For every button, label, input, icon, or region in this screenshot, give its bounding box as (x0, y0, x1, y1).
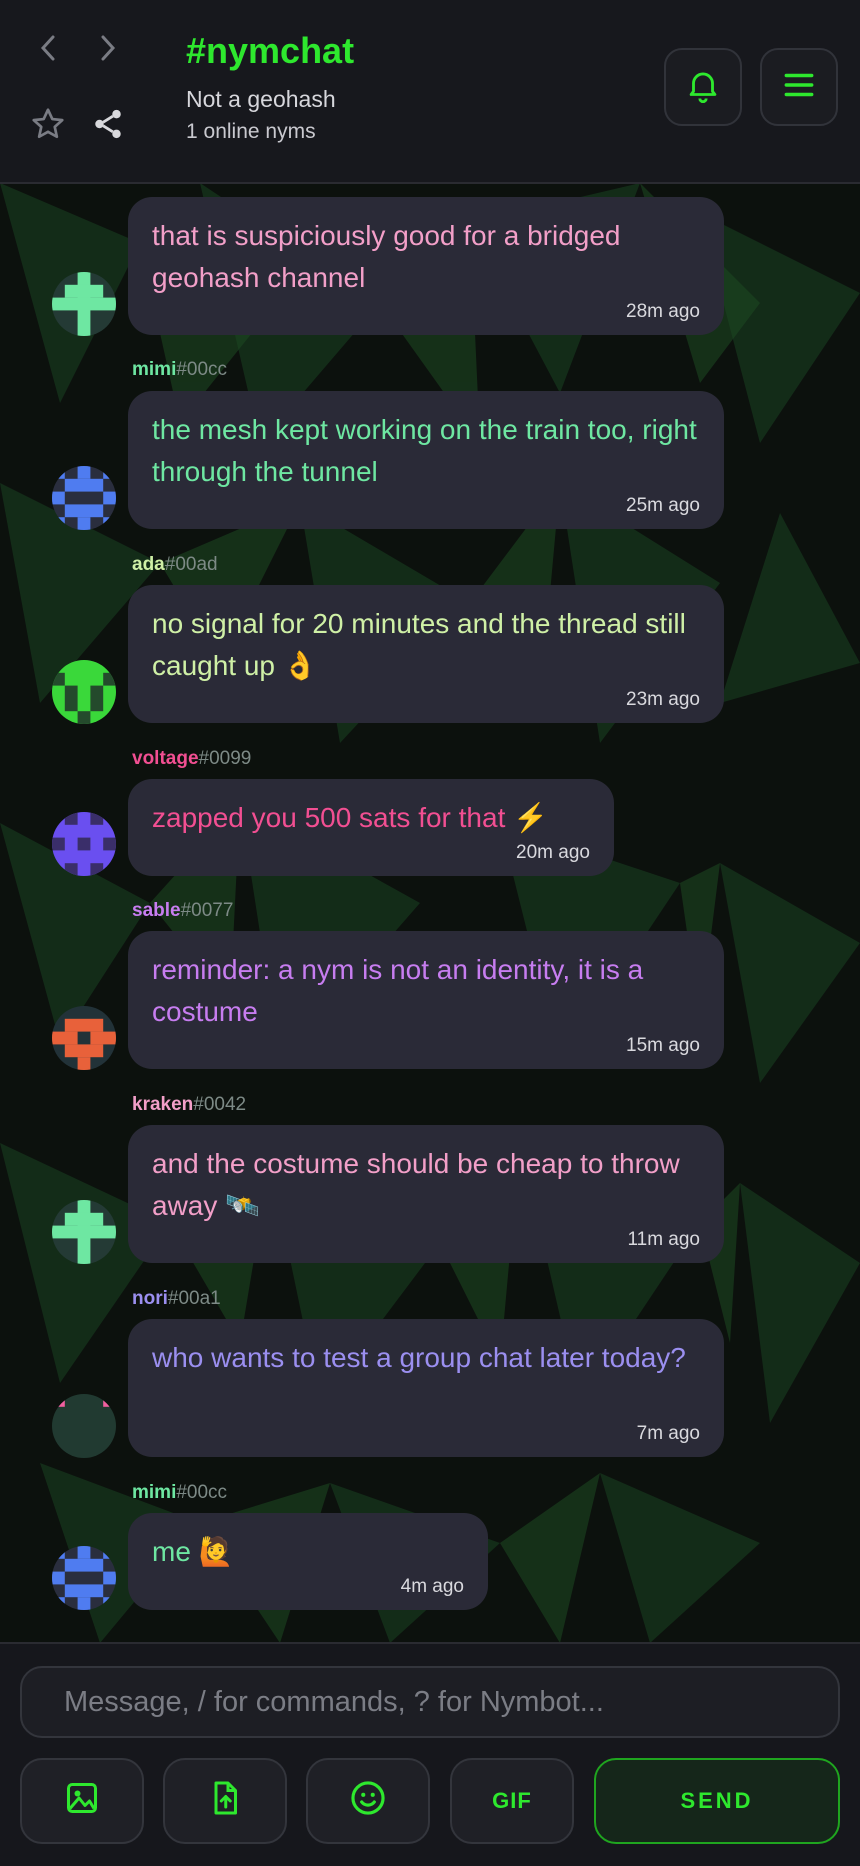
message-bubble[interactable]: and the costume should be cheap to throw… (128, 1125, 724, 1263)
message-input-wrapper[interactable] (20, 1666, 840, 1738)
author-name: mimi (132, 359, 177, 380)
message-text: no signal for 20 minutes and the thread … (152, 608, 686, 681)
author-label[interactable]: nori#00a1 (132, 1288, 221, 1310)
message-bubble[interactable]: the mesh kept working on the train too, … (128, 391, 724, 529)
channel-subtitle: Not a geohash (186, 86, 336, 112)
message-text: the mesh kept working on the train too, … (152, 414, 697, 487)
message-bubble[interactable]: no signal for 20 minutes and the thread … (128, 585, 724, 723)
message-input[interactable] (62, 1684, 838, 1720)
menu-icon (780, 66, 818, 109)
message-text: and the costume should be cheap to throw… (152, 1148, 680, 1221)
chevron-right-icon[interactable] (90, 30, 126, 66)
author-tag: #00cc (176, 1482, 228, 1503)
send-button[interactable]: SEND (594, 1758, 840, 1844)
gif-button[interactable]: GIF (450, 1758, 574, 1844)
message-time: 23m ago (626, 689, 700, 710)
avatar[interactable] (52, 1394, 116, 1458)
author-name: kraken (132, 1094, 194, 1115)
avatar[interactable] (52, 466, 116, 530)
chevron-left-icon[interactable] (30, 30, 66, 66)
avatar[interactable] (52, 1200, 116, 1264)
share-icon[interactable] (88, 104, 128, 144)
message-text: me 🙋 (152, 1536, 234, 1567)
bell-icon (684, 66, 722, 109)
star-icon[interactable] (28, 104, 68, 144)
message-time: 4m ago (400, 1576, 464, 1597)
avatar[interactable] (52, 812, 116, 876)
message-text: zapped you 500 sats for that ⚡ (152, 802, 548, 833)
message-time: 11m ago (627, 1229, 700, 1250)
author-label[interactable]: voltage#0099 (132, 748, 251, 770)
author-name: voltage (132, 748, 199, 769)
message-time: 28m ago (626, 301, 700, 322)
message-text: who wants to test a group chat later tod… (152, 1342, 686, 1373)
image-icon (64, 1780, 100, 1822)
avatar[interactable] (52, 1006, 116, 1070)
author-name: sable (132, 900, 181, 921)
menu-button[interactable] (760, 48, 838, 126)
message-text: that is suspiciously good for a bridged … (152, 220, 621, 293)
author-label[interactable]: mimi#00cc (132, 359, 227, 381)
author-tag: #00a1 (167, 1288, 221, 1309)
channel-title: #nymchat (186, 30, 355, 71)
author-tag: #0077 (180, 900, 234, 921)
message-time: 7m ago (636, 1423, 700, 1444)
message-time: 25m ago (626, 495, 700, 516)
author-label[interactable]: mimi#00cc (132, 1482, 227, 1504)
message-bubble[interactable]: that is suspiciously good for a bridged … (128, 197, 724, 335)
attach-image-button[interactable] (20, 1758, 144, 1844)
author-label[interactable]: kraken#0042 (132, 1094, 246, 1116)
avatar[interactable] (52, 1546, 116, 1610)
avatar[interactable] (52, 272, 116, 336)
message-bubble[interactable]: who wants to test a group chat later tod… (128, 1319, 724, 1457)
message-time: 15m ago (626, 1035, 700, 1056)
author-name: ada (132, 554, 165, 575)
message-text: reminder: a nym is not an identity, it i… (152, 954, 644, 1027)
file-upload-icon (207, 1780, 243, 1822)
emoji-icon (349, 1779, 387, 1823)
channel-header: #nymchat Not a geohash 1 online nyms (0, 0, 860, 184)
author-tag: #00ad (164, 554, 218, 575)
author-name: nori (132, 1288, 168, 1309)
author-tag: #0099 (198, 748, 252, 769)
avatar[interactable] (52, 660, 116, 724)
upload-file-button[interactable] (163, 1758, 287, 1844)
message-bubble[interactable]: zapped you 500 sats for that ⚡ 20m ago (128, 779, 614, 876)
online-count: 1 online nyms (186, 120, 316, 143)
message-time: 20m ago (516, 842, 590, 863)
message-bubble[interactable]: reminder: a nym is not an identity, it i… (128, 931, 724, 1069)
message-bubble[interactable]: me 🙋 4m ago (128, 1513, 488, 1610)
author-label[interactable]: ada#00ad (132, 554, 218, 576)
composer: GIF SEND (0, 1642, 860, 1866)
author-name: mimi (132, 1482, 177, 1503)
author-tag: #00cc (176, 359, 228, 380)
notifications-button[interactable] (664, 48, 742, 126)
author-tag: #0042 (193, 1094, 247, 1115)
author-label[interactable]: sable#0077 (132, 900, 233, 922)
emoji-button[interactable] (306, 1758, 430, 1844)
